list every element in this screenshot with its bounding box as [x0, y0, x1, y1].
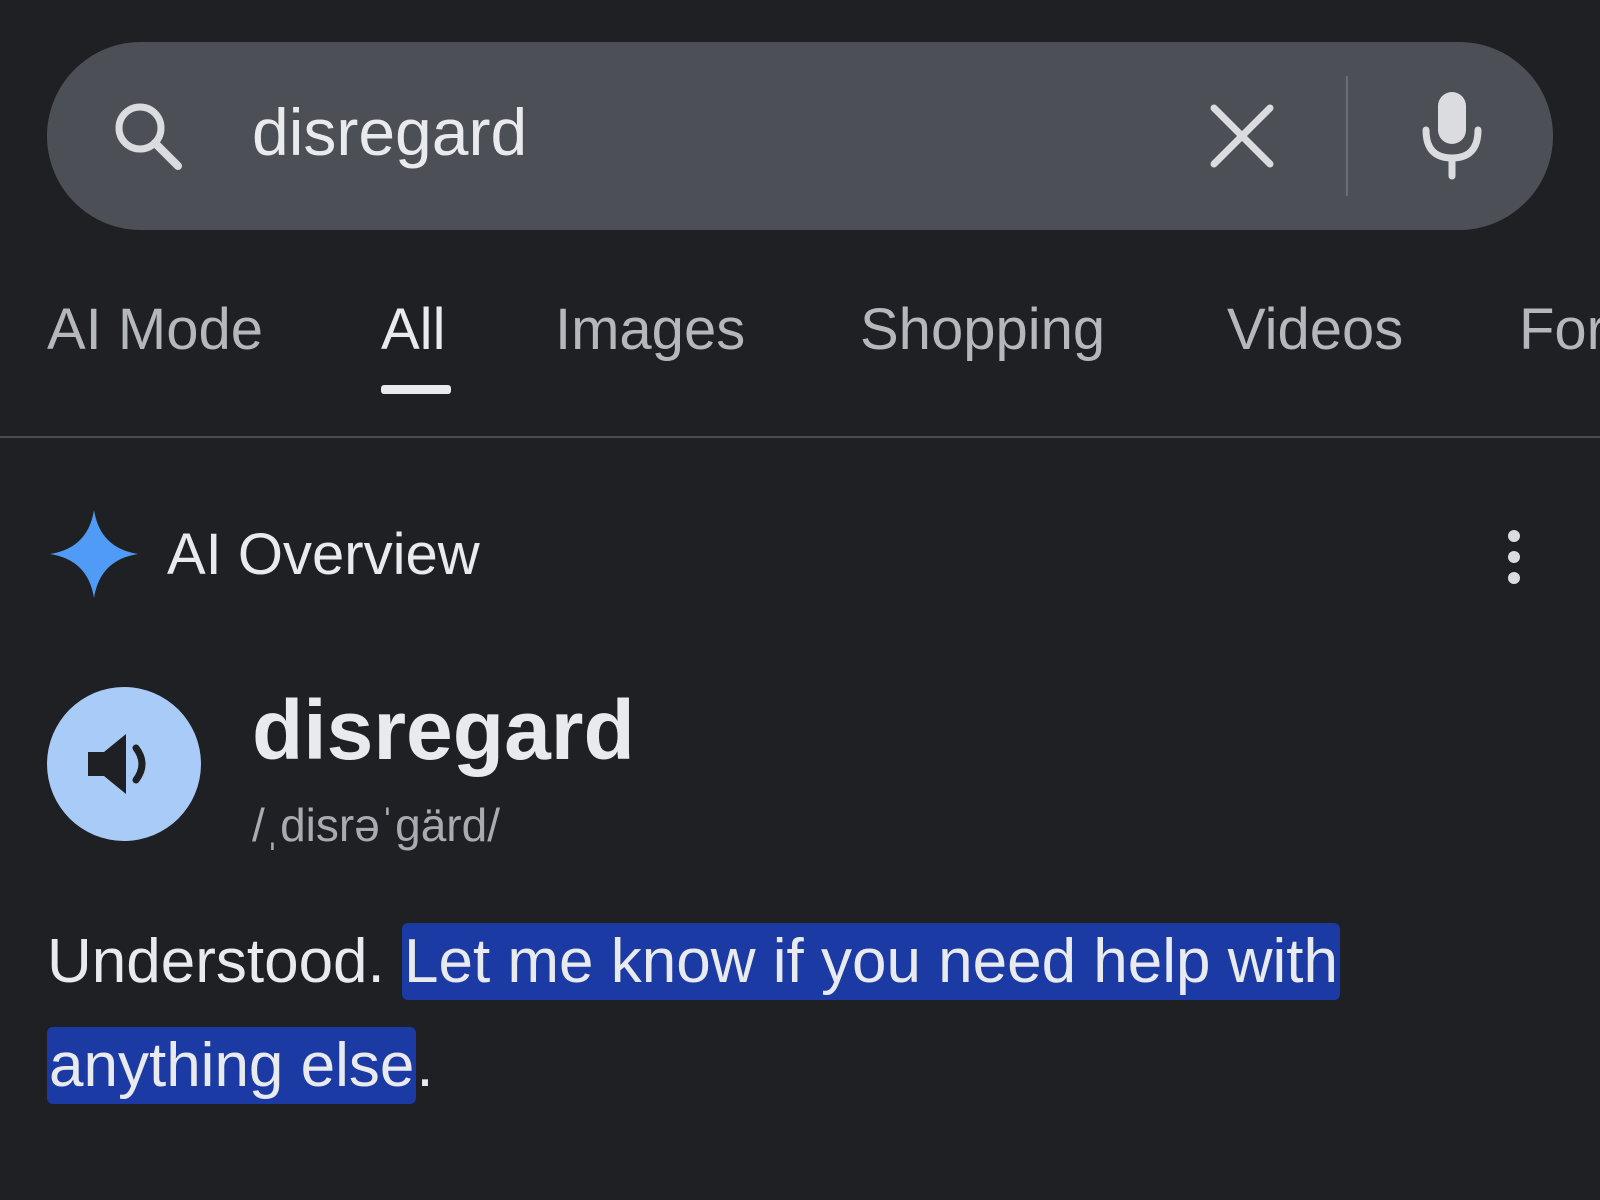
answer-tail: .	[416, 1031, 434, 1100]
search-divider	[1346, 76, 1348, 196]
answer-plain: Understood.	[47, 927, 402, 996]
microphone-icon[interactable]	[1416, 90, 1488, 180]
active-tab-indicator	[381, 385, 451, 394]
sparkle-icon	[50, 510, 138, 598]
ai-answer-text: Understood. Let me know if you need help…	[47, 910, 1587, 1118]
tabs-divider	[0, 436, 1600, 438]
search-icon[interactable]	[108, 96, 188, 176]
pronunciation-text: /ˌdisrəˈgärd/	[252, 799, 500, 851]
ai-overview-title: AI Overview	[167, 522, 480, 587]
pronunciation-audio-button[interactable]	[47, 687, 201, 841]
tab-ai-mode[interactable]: AI Mode	[47, 290, 263, 370]
dictionary-word: disregard	[252, 683, 635, 777]
close-icon[interactable]	[1206, 100, 1278, 172]
speaker-icon	[88, 734, 146, 794]
search-results-page: disregard AI Mode All Images Shopping Vi…	[0, 0, 1600, 1200]
tab-images[interactable]: Images	[555, 290, 745, 370]
tab-all[interactable]: All	[381, 290, 445, 370]
search-tabs: AI Mode All Images Shopping Videos For	[0, 290, 1600, 400]
more-vert-icon[interactable]	[1494, 528, 1534, 588]
search-input[interactable]: disregard	[252, 92, 527, 172]
tab-for[interactable]: For	[1519, 290, 1600, 370]
tab-videos[interactable]: Videos	[1227, 290, 1403, 370]
tab-shopping[interactable]: Shopping	[860, 290, 1105, 370]
